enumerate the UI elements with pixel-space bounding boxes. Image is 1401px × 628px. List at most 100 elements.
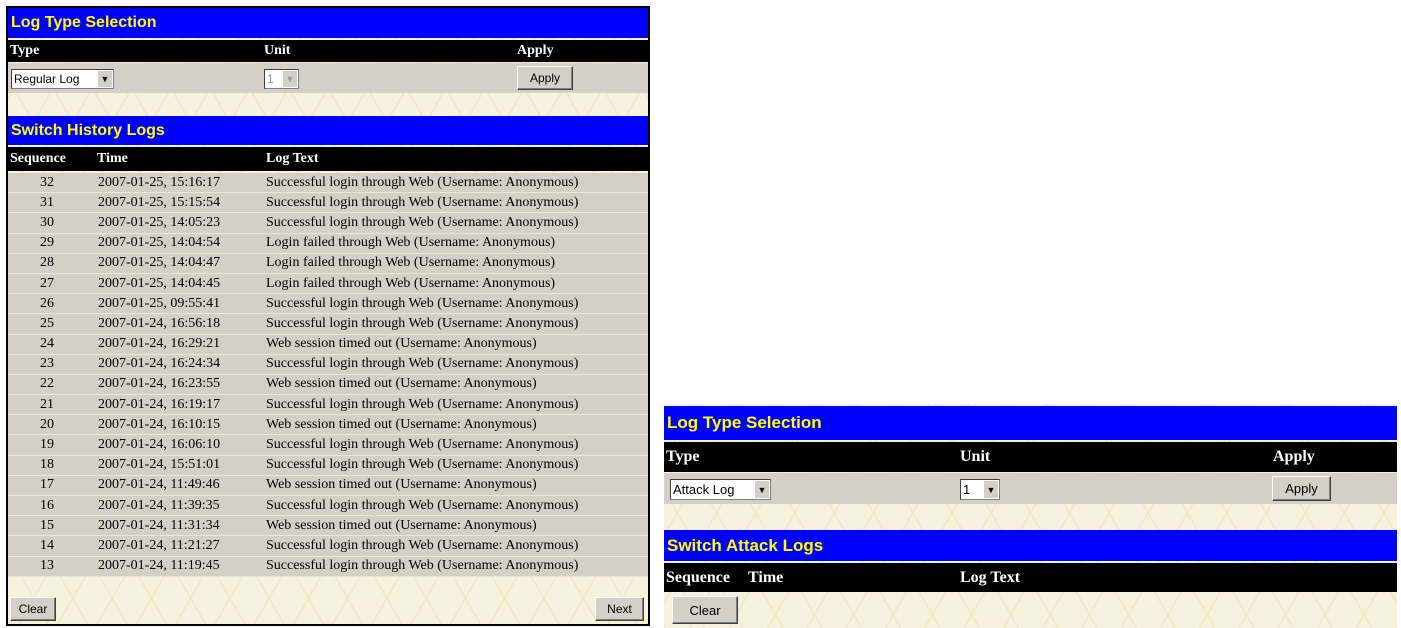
log-text-cell: Successful login through Web (Username: … xyxy=(266,214,579,230)
selection-control-row: Attack Log ▼ 1 ▼ Apply xyxy=(664,473,1397,504)
log-type-selection-title: Log Type Selection xyxy=(664,406,1397,440)
table-row: 28 2007-01-25, 14:04:47 Login failed throu… xyxy=(8,253,648,274)
apply-header: Apply xyxy=(1273,448,1315,465)
time-cell: 2007-01-25, 09:55:41 xyxy=(98,295,221,311)
log-type-select[interactable]: Regular Log ▼ xyxy=(11,69,114,89)
sequence-cell: 13 xyxy=(40,558,54,574)
clear-button[interactable]: Clear xyxy=(10,597,56,621)
time-cell: 2007-01-24, 16:19:17 xyxy=(98,396,221,412)
sequence-cell: 14 xyxy=(40,537,54,553)
sequence-cell: 21 xyxy=(40,396,54,412)
sequence-cell: 16 xyxy=(40,497,54,513)
table-row: 27 2007-01-25, 14:04:45 Login failed throu… xyxy=(8,273,648,295)
table-row: 15 2007-01-24, 11:31:34 Web session timed … xyxy=(8,516,648,537)
sequence-cell: 18 xyxy=(40,457,54,473)
log-text-cell: Login failed through Web (Username: Anon… xyxy=(266,235,556,251)
chevron-down-icon[interactable]: ▼ xyxy=(983,481,998,498)
time-header: Time xyxy=(97,151,128,166)
log-text-cell: Successful login through Web (Username: … xyxy=(266,457,579,473)
type-header: Type xyxy=(666,448,700,465)
time-cell: 2007-01-24, 16:23:55 xyxy=(98,376,221,392)
time-cell: 2007-01-25, 14:04:54 xyxy=(98,235,221,251)
sequence-cell: 32 xyxy=(40,174,54,190)
time-cell: 2007-01-25, 14:04:45 xyxy=(98,275,221,291)
unit-select-value: 1 xyxy=(963,482,971,497)
sequence-cell: 25 xyxy=(40,315,54,331)
table-row: 29 2007-01-25, 14:04:54 Login failed throu… xyxy=(8,233,648,254)
unit-select-value: 1 xyxy=(267,72,274,86)
table-row: 22 2007-01-24, 16:23:55 Web session timed … xyxy=(8,374,648,396)
time-cell: 2007-01-24, 11:31:34 xyxy=(98,517,220,533)
sequence-cell: 15 xyxy=(40,517,54,533)
table-row: 19 2007-01-24, 16:06:10 Successful login t… xyxy=(8,435,648,456)
sequence-cell: 31 xyxy=(40,194,54,210)
time-cell: 2007-01-25, 14:04:47 xyxy=(98,255,221,271)
sequence-cell: 26 xyxy=(40,295,54,311)
apply-button[interactable]: Apply xyxy=(1272,476,1331,501)
table-row: 17 2007-01-24, 11:49:46 Web session timed … xyxy=(8,475,648,496)
table-row: 20 2007-01-24, 16:10:15 Web session timed … xyxy=(8,415,648,436)
log-type-select-value: Regular Log xyxy=(14,72,80,86)
unit-header: Unit xyxy=(960,448,991,465)
chevron-down-icon[interactable]: ▼ xyxy=(282,71,297,87)
table-row: 21 2007-01-24, 16:19:17 Successful login t… xyxy=(8,395,648,416)
time-cell: 2007-01-24, 16:10:15 xyxy=(98,416,221,432)
chevron-down-icon[interactable]: ▼ xyxy=(97,71,112,87)
log-text-cell: Successful login through Web (Username: … xyxy=(266,558,579,574)
table-row: 13 2007-01-24, 11:19:45 Successful login t… xyxy=(8,556,648,577)
clear-button[interactable]: Clear xyxy=(672,596,738,624)
time-cell: 2007-01-24, 11:49:46 xyxy=(98,477,220,493)
log-text-cell: Successful login through Web (Username: … xyxy=(266,315,579,331)
log-text-cell: Web session timed out (Username: Anonymo… xyxy=(266,517,537,533)
next-button[interactable]: Next xyxy=(595,597,644,621)
time-cell: 2007-01-25, 14:05:23 xyxy=(98,214,221,230)
type-header: Type xyxy=(10,43,40,58)
sequence-cell: 19 xyxy=(40,437,54,453)
selection-header-row: Type Unit Apply xyxy=(8,40,648,62)
unit-header: Unit xyxy=(264,43,291,58)
time-cell: 2007-01-24, 11:19:45 xyxy=(98,558,220,574)
apply-button[interactable]: Apply xyxy=(517,66,573,90)
sequence-header: Sequence xyxy=(666,568,730,586)
time-cell: 2007-01-24, 11:39:35 xyxy=(98,497,220,513)
unit-select[interactable]: 1 ▼ xyxy=(264,69,299,89)
log-text-cell: Login failed through Web (Username: Anon… xyxy=(266,255,556,271)
table-row: 25 2007-01-24, 16:56:18 Successful login t… xyxy=(8,314,648,335)
history-log-panel: Log Type Selection Type Unit Apply Regul… xyxy=(6,6,650,626)
table-row: 31 2007-01-25, 15:15:54 Successful login t… xyxy=(8,193,648,214)
switch-history-logs-title: Switch History Logs xyxy=(8,116,648,145)
log-text-cell: Successful login through Web (Username: … xyxy=(266,295,579,311)
log-text-cell: Web session timed out (Username: Anonymo… xyxy=(266,336,537,352)
sequence-cell: 22 xyxy=(40,376,54,392)
history-log-table: 32 2007-01-25, 15:16:17 Successful login t… xyxy=(8,173,648,577)
log-text-cell: Web session timed out (Username: Anonymo… xyxy=(266,477,537,493)
log-header-row: Sequence Time Log Text xyxy=(664,563,1397,592)
sequence-cell: 23 xyxy=(40,356,54,372)
selection-control-row: Regular Log ▼ 1 ▼ Apply xyxy=(8,63,648,93)
time-cell: 2007-01-24, 16:06:10 xyxy=(98,437,221,453)
sequence-cell: 20 xyxy=(40,416,54,432)
log-text-cell: Login failed through Web (Username: Anon… xyxy=(266,275,556,291)
sequence-header: Sequence xyxy=(10,151,66,166)
log-text-cell: Successful login through Web (Username: … xyxy=(266,356,579,372)
table-row: 14 2007-01-24, 11:21:27 Successful login t… xyxy=(8,536,648,557)
time-cell: 2007-01-24, 16:24:34 xyxy=(98,356,221,372)
time-cell: 2007-01-24, 11:21:27 xyxy=(98,537,220,553)
log-text-cell: Successful login through Web (Username: … xyxy=(266,497,579,513)
unit-select[interactable]: 1 ▼ xyxy=(960,479,1000,500)
switch-attack-logs-title: Switch Attack Logs xyxy=(664,530,1397,561)
sequence-cell: 30 xyxy=(40,214,54,230)
log-type-select[interactable]: Attack Log ▼ xyxy=(670,479,771,500)
selection-header-row: Type Unit Apply xyxy=(664,442,1397,472)
table-row: 30 2007-01-25, 14:05:23 Successful login t… xyxy=(8,213,648,234)
sequence-cell: 28 xyxy=(40,255,54,271)
time-cell: 2007-01-24, 15:51:01 xyxy=(98,457,221,473)
time-cell: 2007-01-24, 16:29:21 xyxy=(98,336,221,352)
time-cell: 2007-01-25, 15:15:54 xyxy=(98,194,221,210)
log-text-header: Log Text xyxy=(960,568,1021,586)
log-type-select-value: Attack Log xyxy=(673,482,735,497)
log-text-cell: Successful login through Web (Username: … xyxy=(266,437,579,453)
chevron-down-icon[interactable]: ▼ xyxy=(754,481,769,498)
time-header: Time xyxy=(748,568,784,586)
log-type-selection-title: Log Type Selection xyxy=(8,8,648,38)
